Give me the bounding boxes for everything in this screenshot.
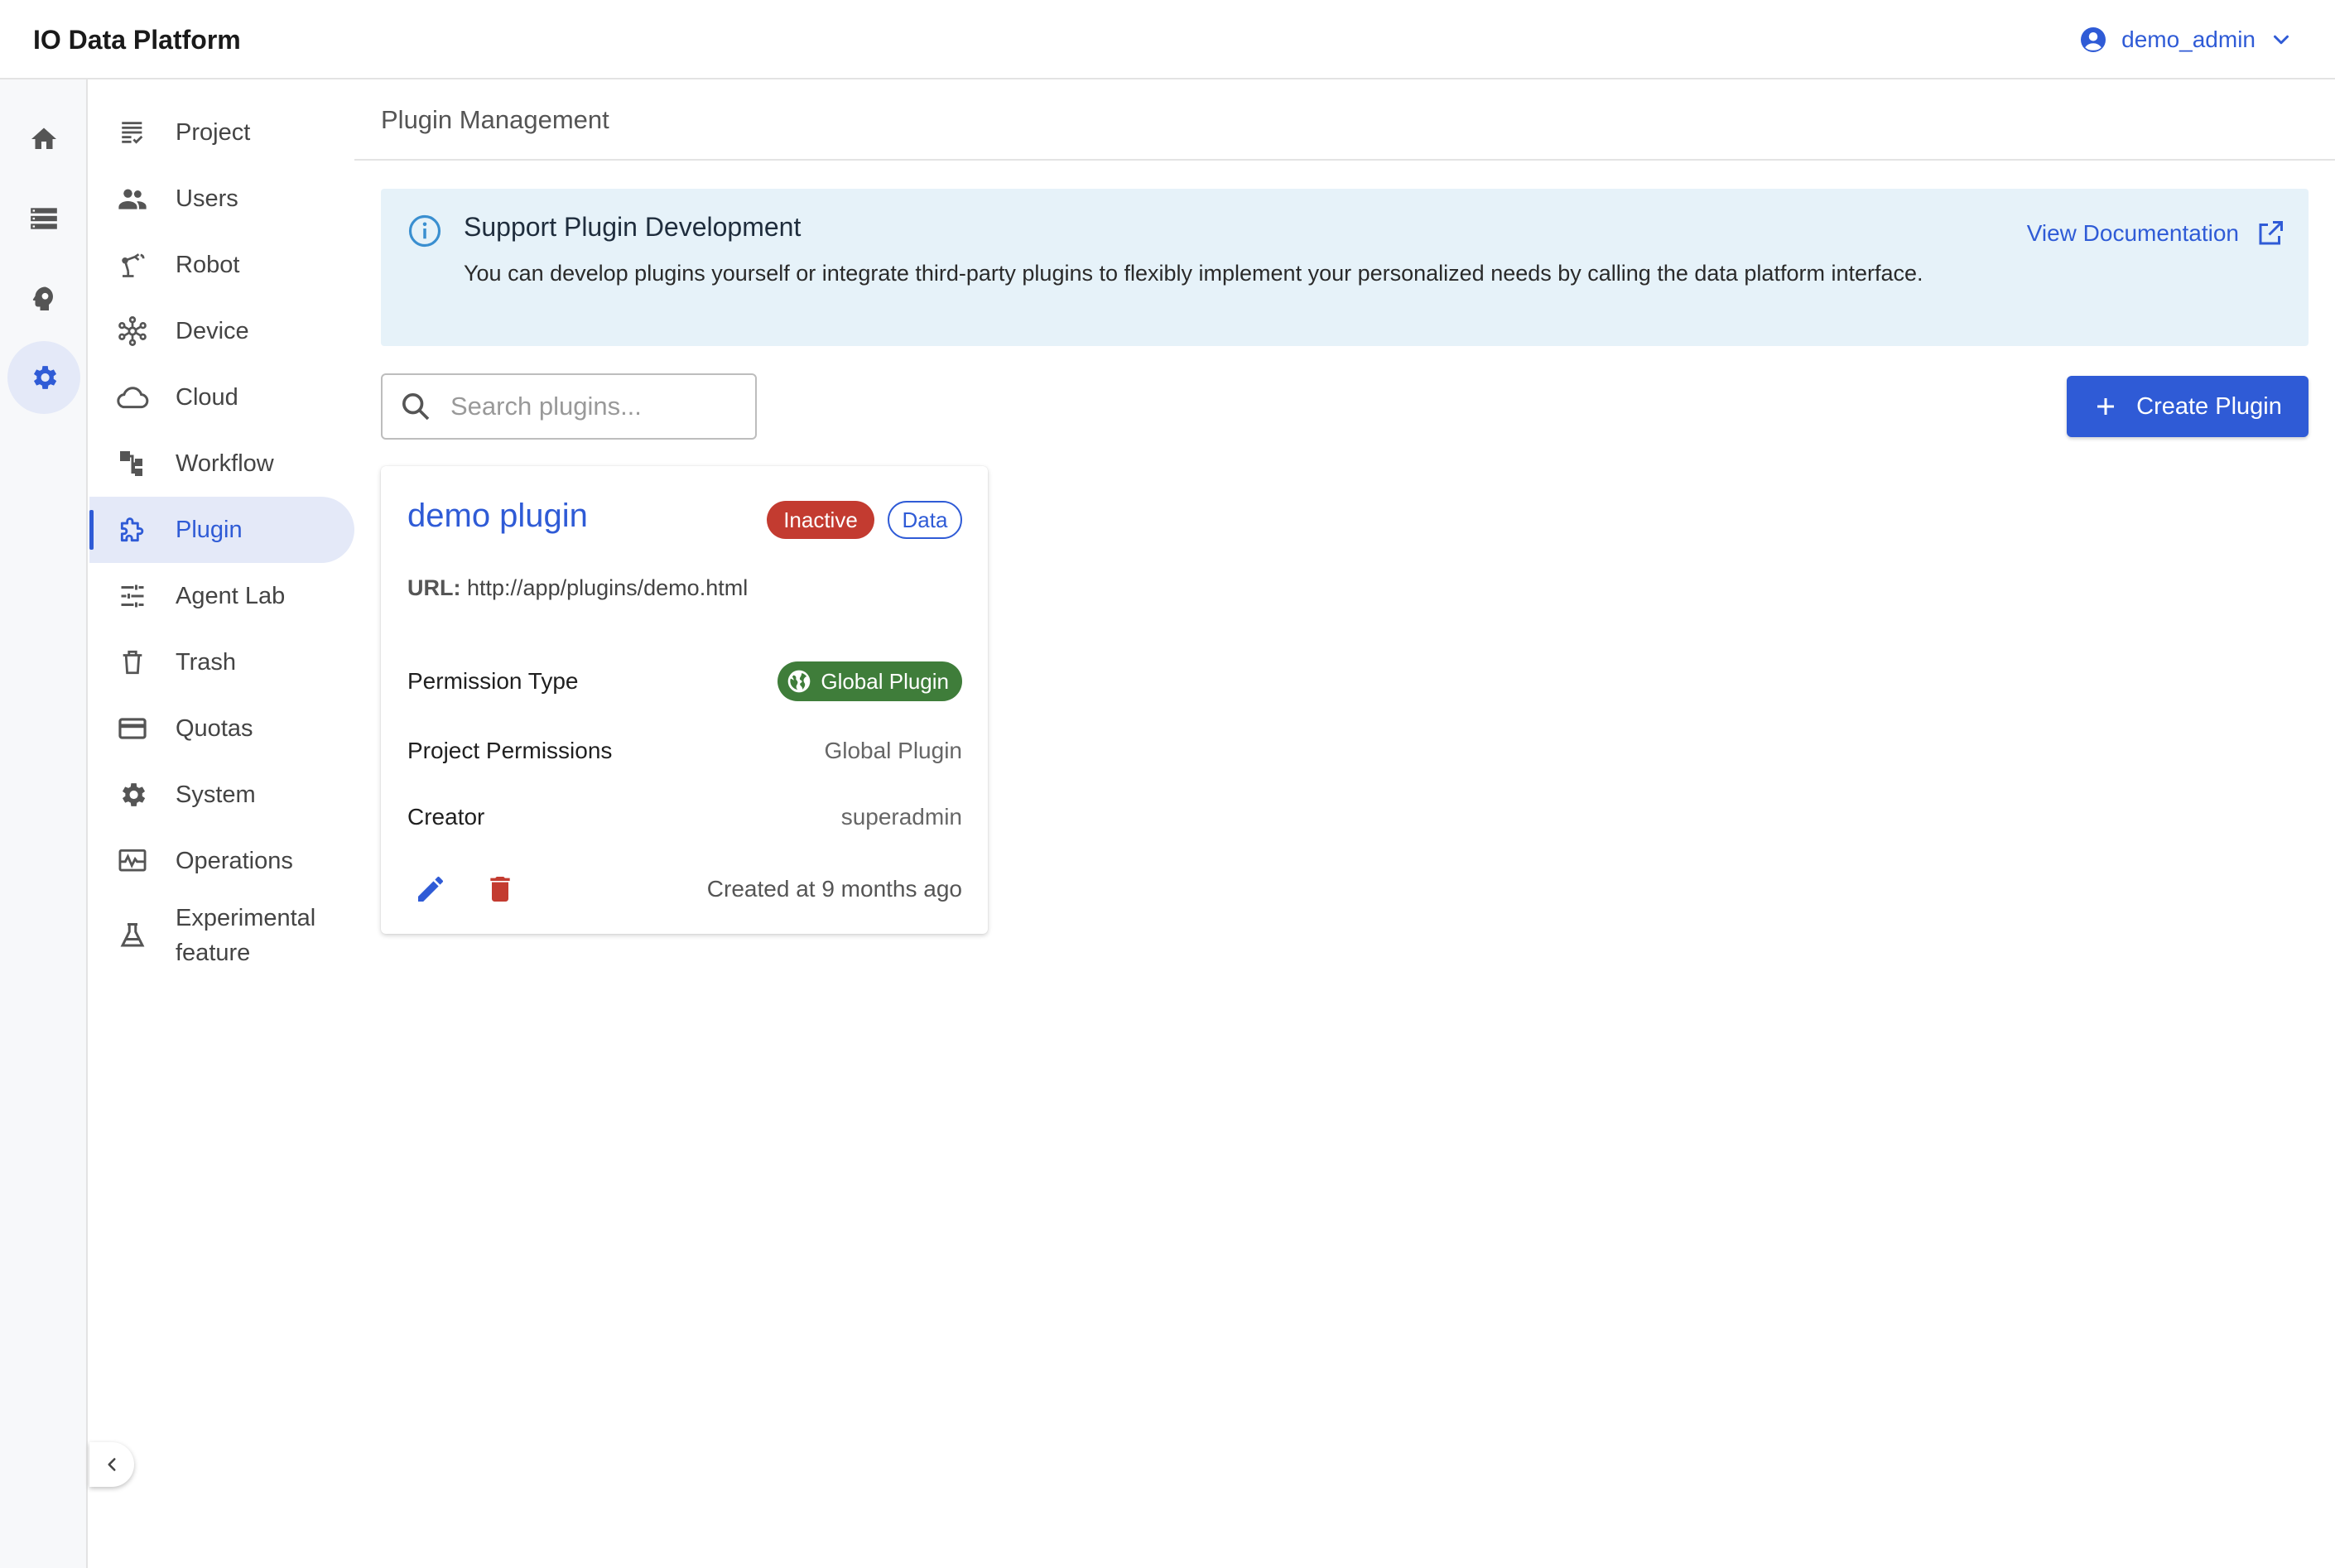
sliders-icon — [116, 580, 149, 613]
created-at: Created at 9 months ago — [706, 876, 962, 902]
edit-button[interactable] — [407, 866, 454, 912]
top-bar: IO Data Platform demo_admin — [0, 0, 2335, 79]
open-in-new-icon — [2256, 219, 2285, 248]
info-icon — [407, 214, 442, 248]
status-badge: Inactive — [767, 501, 874, 539]
robot-arm-icon — [116, 248, 149, 281]
nav-item-quotas[interactable]: Quotas — [89, 695, 354, 762]
plugin-url: http://app/plugins/demo.html — [467, 575, 749, 600]
chevron-left-icon — [101, 1454, 123, 1475]
nav-item-robot[interactable]: Robot — [89, 232, 354, 298]
icon-rail — [0, 79, 88, 1568]
rail-settings-button[interactable] — [7, 341, 80, 414]
permission-type-row: Permission Type Global Plugin — [407, 661, 962, 701]
permission-type-label: Permission Type — [407, 668, 579, 694]
page-header: Plugin Management — [354, 79, 2335, 161]
app-title: IO Data Platform — [33, 25, 241, 55]
nav-label: Trash — [176, 649, 237, 676]
card-actions: Created at 9 months ago — [407, 866, 962, 912]
monitor-icon — [116, 844, 149, 878]
plugin-url-row: URL: http://app/plugins/demo.html — [407, 575, 748, 601]
creator-value: superadmin — [840, 804, 962, 830]
nav-label: System — [176, 782, 256, 808]
settings-nav: Project Users Robot Device Cloud Workflo… — [89, 99, 354, 977]
nav-label: Device — [176, 318, 249, 344]
page-title: Plugin Management — [381, 105, 609, 134]
search-field[interactable] — [381, 373, 757, 440]
brain-icon — [29, 283, 59, 313]
chevron-down-icon — [2269, 27, 2294, 52]
view-documentation-label: View Documentation — [2026, 220, 2239, 246]
account-circle-icon — [2078, 25, 2108, 55]
search-icon — [383, 390, 449, 423]
nav-item-users[interactable]: Users — [89, 166, 354, 232]
project-permissions-label: Project Permissions — [407, 738, 613, 763]
nav-item-project[interactable]: Project — [89, 99, 354, 166]
project-permissions-value: Global Plugin — [824, 738, 962, 763]
nav-label: Project — [176, 119, 251, 146]
workflow-icon — [116, 447, 149, 480]
hub-icon — [116, 315, 149, 348]
checklist-icon — [116, 116, 149, 149]
trash-icon — [116, 646, 149, 679]
info-banner: Support Plugin Development You can devel… — [381, 189, 2309, 346]
nav-item-cloud[interactable]: Cloud — [89, 364, 354, 430]
nav-item-system[interactable]: System — [89, 762, 354, 828]
permission-type-value: Global Plugin — [821, 668, 949, 694]
view-documentation-link[interactable]: View Documentation — [2027, 219, 2285, 248]
nav-label: Cloud — [176, 384, 238, 411]
nav-item-plugin[interactable]: Plugin — [89, 497, 354, 563]
cloud-icon — [116, 381, 149, 414]
nav-item-trash[interactable]: Trash — [89, 629, 354, 695]
nav-item-device[interactable]: Device — [89, 298, 354, 364]
card-icon — [116, 712, 149, 745]
home-icon — [29, 124, 59, 154]
nav-label: Workflow — [176, 450, 274, 477]
user-name: demo_admin — [2121, 26, 2256, 52]
rail-storage-button[interactable] — [7, 182, 80, 255]
gear-icon — [116, 778, 149, 811]
user-menu[interactable]: demo_admin — [2078, 20, 2294, 60]
banner-text: You can develop plugins yourself or inte… — [464, 261, 1923, 286]
permission-type-badge: Global Plugin — [778, 661, 962, 701]
nav-label: Experimental feature — [176, 905, 316, 966]
nav-item-agent-lab[interactable]: Agent Lab — [89, 563, 354, 629]
nav-label: Quotas — [176, 715, 253, 742]
delete-button[interactable] — [477, 866, 523, 912]
nav-item-experimental-feature[interactable]: Experimental feature — [89, 894, 354, 977]
users-icon — [116, 182, 149, 215]
url-label: URL: — [407, 575, 461, 600]
banner-title: Support Plugin Development — [464, 212, 802, 242]
plus-icon — [2093, 394, 2118, 419]
create-plugin-label: Create Plugin — [2136, 392, 2282, 420]
gear-icon — [28, 362, 60, 393]
nav-label: Robot — [176, 252, 240, 278]
create-plugin-button[interactable]: Create Plugin — [2067, 376, 2309, 437]
trash-icon — [484, 873, 517, 906]
globe-icon — [786, 668, 812, 695]
project-permissions-row: Project Permissions Global Plugin — [407, 731, 962, 771]
storage-icon — [28, 203, 60, 234]
plugin-card: demo plugin Inactive Data URL: http://ap… — [381, 466, 988, 934]
creator-label: Creator — [407, 804, 485, 830]
puzzle-icon — [116, 513, 149, 546]
creator-row: Creator superadmin — [407, 797, 962, 837]
nav-label: Agent Lab — [176, 583, 286, 609]
collapse-sidebar-button[interactable] — [89, 1442, 134, 1487]
nav-label: Plugin — [176, 517, 243, 543]
nav-label: Operations — [176, 848, 293, 874]
nav-item-operations[interactable]: Operations — [89, 828, 354, 894]
nav-label: Users — [176, 185, 238, 212]
pencil-icon — [414, 873, 447, 906]
type-badge: Data — [888, 501, 962, 539]
rail-home-button[interactable] — [7, 103, 80, 176]
nav-item-workflow[interactable]: Workflow — [89, 430, 354, 497]
search-input[interactable] — [449, 391, 742, 422]
plugin-name-link[interactable]: demo plugin — [407, 498, 588, 535]
flask-icon — [116, 919, 149, 952]
rail-ai-button[interactable] — [7, 262, 80, 334]
